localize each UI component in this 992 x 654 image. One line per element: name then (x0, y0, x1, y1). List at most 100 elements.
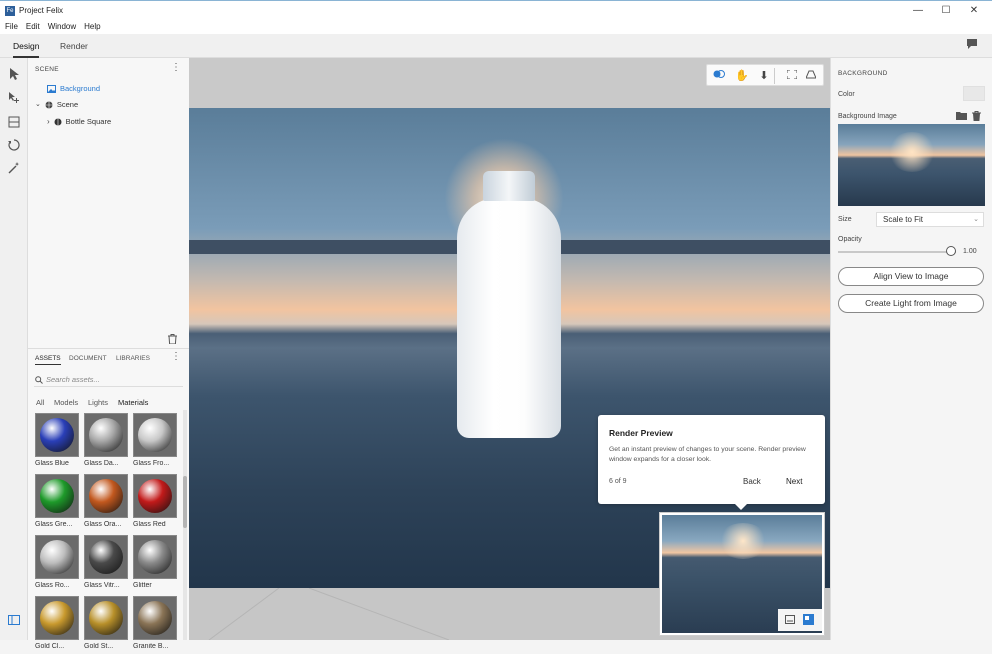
bottle-cap[interactable] (483, 171, 535, 201)
tree-item-bottle[interactable]: › Bottle Square (47, 115, 111, 129)
material-item[interactable]: Glass Ro... (35, 535, 79, 593)
material-label: Glass Fro... (133, 460, 170, 467)
opacity-slider-handle[interactable] (946, 246, 956, 256)
material-sphere (138, 418, 172, 452)
render-preview-window[interactable] (659, 512, 825, 636)
assets-scrollbar[interactable] (183, 410, 187, 640)
menu-window[interactable]: Window (48, 20, 76, 34)
minimize-button[interactable]: — (904, 3, 932, 19)
scene-panel: SCENE ⋮ Background ⌄ Scene › Bottle Squa… (28, 58, 189, 348)
menu-edit[interactable]: Edit (26, 20, 40, 34)
material-sphere (89, 418, 123, 452)
material-label: Glass Ora... (84, 521, 122, 528)
menu-file[interactable]: File (5, 20, 18, 34)
material-swatch (35, 413, 79, 457)
tooltip-body: Get an instant preview of changes to you… (609, 446, 806, 463)
material-label: Glass Vitr... (84, 582, 120, 589)
menu-help[interactable]: Help (84, 20, 100, 34)
tree-item-scene[interactable]: ⌄ Scene (35, 98, 78, 112)
chevron-down-icon[interactable]: ⌄ (35, 98, 41, 112)
close-button[interactable]: ✕ (960, 3, 988, 19)
tab-assets[interactable]: ASSETS (35, 355, 61, 365)
window-title: Project Felix (19, 6, 64, 15)
size-dropdown[interactable]: Scale to Fit ⌄ (876, 212, 984, 227)
scene-menu-icon[interactable]: ⋮ (171, 62, 181, 73)
save-render-icon[interactable] (785, 615, 795, 626)
trash-icon[interactable] (972, 111, 981, 123)
tooltip-arrow (735, 504, 747, 510)
tree-item-background[interactable]: Background (47, 82, 100, 96)
fit-frame-icon[interactable] (784, 68, 800, 84)
material-sphere (40, 601, 74, 635)
select-tool-icon[interactable] (6, 68, 22, 84)
material-item[interactable]: Gold St... (84, 596, 128, 654)
drop-to-ground-icon[interactable]: ⬇ (756, 68, 772, 84)
trash-icon[interactable] (168, 334, 177, 346)
material-item[interactable]: Glass Da... (84, 413, 128, 471)
material-swatch (35, 535, 79, 579)
material-swatch (84, 413, 128, 457)
tab-document[interactable]: DOCUMENT (69, 355, 107, 362)
tab-design[interactable]: Design (13, 34, 40, 58)
search-input[interactable]: Search assets... (34, 373, 183, 387)
bg-image-label: Background Image (838, 113, 897, 120)
material-swatch (133, 413, 177, 457)
comment-icon[interactable] (966, 38, 980, 52)
frame-tool-icon[interactable] (6, 116, 22, 132)
background-image-thumbnail[interactable] (838, 124, 985, 206)
filter-models[interactable]: Models (54, 398, 78, 407)
material-swatch (84, 596, 128, 640)
material-label: Glass Da... (84, 460, 119, 467)
material-sphere (138, 601, 172, 635)
divider (774, 68, 775, 84)
move-tool-icon[interactable] (6, 92, 22, 108)
tab-render[interactable]: Render (60, 34, 88, 58)
assets-menu-icon[interactable]: ⋮ (171, 351, 181, 362)
bottle-model[interactable] (457, 198, 561, 438)
assets-panel: ASSETS DOCUMENT LIBRARIES ⋮ Search asset… (28, 348, 189, 650)
tree-item-label: Scene (56, 100, 79, 109)
align-view-button[interactable]: Align View to Image (838, 267, 984, 286)
material-item[interactable]: Glass Ora... (84, 474, 128, 532)
material-item[interactable]: Glass Gre... (35, 474, 79, 532)
material-label: Glass Gre... (35, 521, 73, 528)
expand-preview-icon[interactable] (803, 614, 814, 627)
orbit-tool-icon[interactable] (6, 139, 22, 155)
viewport[interactable]: ✋ ⬇ Render Preview Get an instant previe… (189, 58, 830, 640)
material-item[interactable]: Glass Red (133, 474, 177, 532)
opacity-label: Opacity (838, 236, 862, 243)
filter-all[interactable]: All (36, 398, 44, 407)
render-preview-icon[interactable] (711, 68, 727, 84)
globe-icon (45, 101, 53, 109)
material-label: Glass Ro... (35, 582, 70, 589)
tree-item-label: Background (60, 84, 101, 93)
color-swatch[interactable] (963, 86, 985, 101)
render-preview-glow (718, 523, 768, 559)
menu-bar: File Edit Window Help (0, 20, 992, 34)
panel-toggle-icon[interactable] (6, 614, 22, 630)
material-item[interactable]: Glass Vitr... (84, 535, 128, 593)
maximize-button[interactable]: ☐ (932, 3, 960, 19)
tab-libraries[interactable]: LIBRARIES (116, 355, 150, 362)
material-item[interactable]: Granite B... (133, 596, 177, 654)
thumbnail-glow (888, 132, 936, 172)
opacity-slider[interactable] (838, 251, 956, 253)
model-icon (54, 118, 62, 126)
tool-bar (0, 58, 28, 640)
material-item[interactable]: Glass Blue (35, 413, 79, 471)
next-button[interactable]: Next (786, 477, 802, 486)
hand-pan-icon[interactable]: ✋ (734, 68, 750, 84)
filter-materials[interactable]: Materials (118, 398, 148, 407)
scrollbar-thumb[interactable] (183, 476, 187, 528)
back-button[interactable]: Back (743, 477, 761, 486)
chevron-right-icon[interactable]: › (47, 115, 50, 129)
material-item[interactable]: Glass Fro... (133, 413, 177, 471)
material-item[interactable]: Glitter (133, 535, 177, 593)
filter-lights[interactable]: Lights (88, 398, 108, 407)
material-sphere (89, 479, 123, 513)
create-light-button[interactable]: Create Light from Image (838, 294, 984, 313)
material-item[interactable]: Gold Cl... (35, 596, 79, 654)
folder-icon[interactable] (956, 111, 967, 122)
magic-wand-icon[interactable] (6, 162, 22, 178)
perspective-icon[interactable] (803, 68, 819, 84)
